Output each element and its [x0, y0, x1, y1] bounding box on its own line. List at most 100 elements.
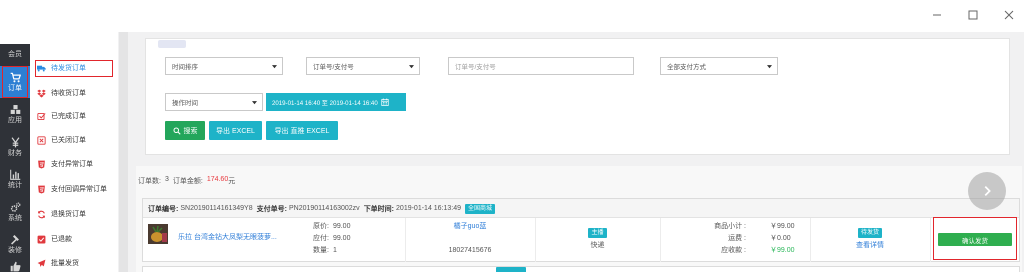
highlight-box: [2, 66, 28, 98]
freight-label: 运费 :: [728, 235, 746, 242]
freight-value: ￥0.00: [770, 235, 791, 242]
buyer-phone-cell: 18027415676: [405, 246, 535, 255]
subnav-item-pending-receipt[interactable]: 待收货订单: [37, 86, 117, 100]
subnav-item-label: 支付回调异常订单: [51, 186, 107, 193]
subnav-item-label: 待收货订单: [51, 90, 86, 97]
nav-item-apps[interactable]: 应用: [0, 100, 30, 128]
chevron-down-icon: [409, 65, 414, 69]
nav-item-extra[interactable]: [0, 260, 30, 272]
thumbs-up-icon: [10, 261, 21, 271]
nav-item-stats[interactable]: 统计: [0, 165, 30, 193]
minimize-button[interactable]: [929, 7, 945, 23]
maximize-button[interactable]: [965, 7, 981, 23]
close-button[interactable]: [1001, 7, 1017, 23]
dropbox-icon: [37, 89, 46, 97]
column-divider: [930, 218, 931, 262]
detail-cell: 查看详情: [810, 241, 930, 250]
chevron-down-icon: [252, 101, 257, 105]
nav-item-label: 装修: [8, 246, 22, 254]
refresh-icon: [38, 210, 45, 218]
payment-method-select[interactable]: 全部支付方式: [660, 57, 778, 75]
calendar-icon: [381, 98, 389, 106]
number-type-select-value: 订单号/支付号: [313, 64, 354, 71]
subnav-item-label: 已完成订单: [51, 113, 86, 120]
product-name-link[interactable]: 乐拉 台湾金钻大凤梨无眼菠萝...: [178, 233, 308, 242]
chevron-right-icon: [984, 186, 991, 196]
subnav-item-label: 已关闭订单: [51, 137, 86, 144]
quantity-label: 数量:: [313, 247, 329, 254]
close-square-icon: [37, 135, 46, 145]
order-number-input[interactable]: 订单号/支付号: [448, 57, 634, 75]
original-price: 原价: 99.00: [313, 222, 350, 231]
export-direct-excel-button[interactable]: 导出 直推 EXCEL: [266, 121, 338, 140]
shipping-cell: 快递: [535, 241, 660, 250]
subnav-item-batch-ship[interactable]: 批量发货: [37, 256, 117, 270]
refund-icon: [37, 235, 46, 243]
sort-select[interactable]: 时间排序: [165, 57, 283, 75]
date-range-value: 2019-01-14 16:40 至 2019-01-14 16:40: [272, 99, 378, 107]
nav-item-system[interactable]: 系统: [0, 198, 30, 226]
number-type-select[interactable]: 订单号/支付号: [306, 57, 420, 75]
hammer-icon: [10, 234, 19, 245]
order-amount-label: 订单金额:: [172, 178, 203, 185]
yen-icon: [11, 136, 19, 147]
subnav-item-refunded[interactable]: 已退款: [37, 232, 117, 246]
close-icon: [1004, 10, 1014, 20]
subnav-item-label: 已退款: [51, 236, 72, 243]
subtotal-label: 商品小计 :: [714, 223, 746, 230]
subnav-item-payment-error[interactable]: 支付异常订单: [37, 157, 117, 171]
shipping-method: 快递: [590, 242, 605, 249]
quantity: 数量: 1: [313, 246, 337, 255]
receivable-value: ￥99.00: [770, 247, 795, 254]
subnav-item-returns[interactable]: 退换货订单: [37, 207, 117, 221]
subnav-item-closed[interactable]: 已关闭订单: [37, 133, 117, 147]
subnav-item-callback-error[interactable]: 支付回调异常订单: [37, 182, 117, 196]
order-time: 2019-01-14 16:13:49: [396, 205, 462, 212]
maximize-icon: [968, 10, 978, 20]
search-icon: [173, 127, 181, 135]
subnav-item-label: 支付异常订单: [51, 161, 93, 168]
time-type-select-value: 操作时间: [172, 100, 198, 107]
pay-no-label: 支付单号:: [256, 205, 287, 213]
product-thumbnail[interactable]: [148, 224, 168, 244]
paper-plane-icon: [37, 259, 46, 267]
view-detail-link[interactable]: 查看详情: [856, 241, 884, 250]
next-page-button[interactable]: [968, 172, 1006, 210]
payable-value: 99.00: [332, 235, 351, 242]
time-type-select[interactable]: 操作时间: [165, 93, 263, 111]
receivable-label: 应收款 :: [721, 247, 746, 254]
payable-price: 应付: 99.00: [313, 234, 350, 243]
nav-item-finance[interactable]: 财务: [0, 133, 30, 161]
order-summary: 订单数: 3 订单金额: 174.60 元: [138, 176, 235, 186]
payment-method-select-value: 全部支付方式: [667, 64, 706, 71]
channel-badge: 主播: [588, 228, 607, 238]
nav-item-decorate[interactable]: 装修: [0, 230, 30, 258]
subnav-item-completed[interactable]: 已完成订单: [37, 109, 117, 123]
chevron-down-icon: [767, 65, 772, 69]
bar-chart-icon: [9, 169, 20, 180]
check-square-icon: [37, 112, 46, 120]
order-number-placeholder: 订单号/支付号: [455, 64, 496, 71]
export-excel-label: 导出 EXCEL: [216, 127, 255, 135]
date-range-picker[interactable]: 2019-01-14 16:40 至 2019-01-14 16:40: [266, 93, 406, 111]
nav-item-label: 统计: [8, 181, 22, 189]
sort-select-value: 时间排序: [172, 64, 198, 71]
status-cell: 待发货: [810, 228, 930, 238]
chevron-down-icon: [272, 65, 277, 69]
panel-tab[interactable]: [158, 40, 186, 48]
store-badge: [496, 267, 526, 272]
order-count-label: 订单数:: [138, 178, 161, 185]
buyer-cell: 橘子guo蓝: [405, 222, 535, 231]
search-button-label: 搜索: [183, 127, 198, 135]
buyer-name-link[interactable]: 橘子guo蓝: [454, 222, 487, 231]
export-excel-button[interactable]: 导出 EXCEL: [209, 121, 262, 140]
order-time-label: 下单时间:: [363, 205, 395, 213]
buyer-phone: 18027415676: [448, 247, 492, 254]
order-count: 3: [164, 176, 169, 183]
search-button[interactable]: 搜索: [165, 121, 205, 140]
scrollbar[interactable]: [119, 32, 128, 272]
nav-item-member[interactable]: 会员: [0, 47, 30, 61]
column-divider: [810, 218, 811, 262]
order-amount-unit: 元: [228, 178, 236, 185]
nav-item-label: 系统: [8, 214, 22, 222]
